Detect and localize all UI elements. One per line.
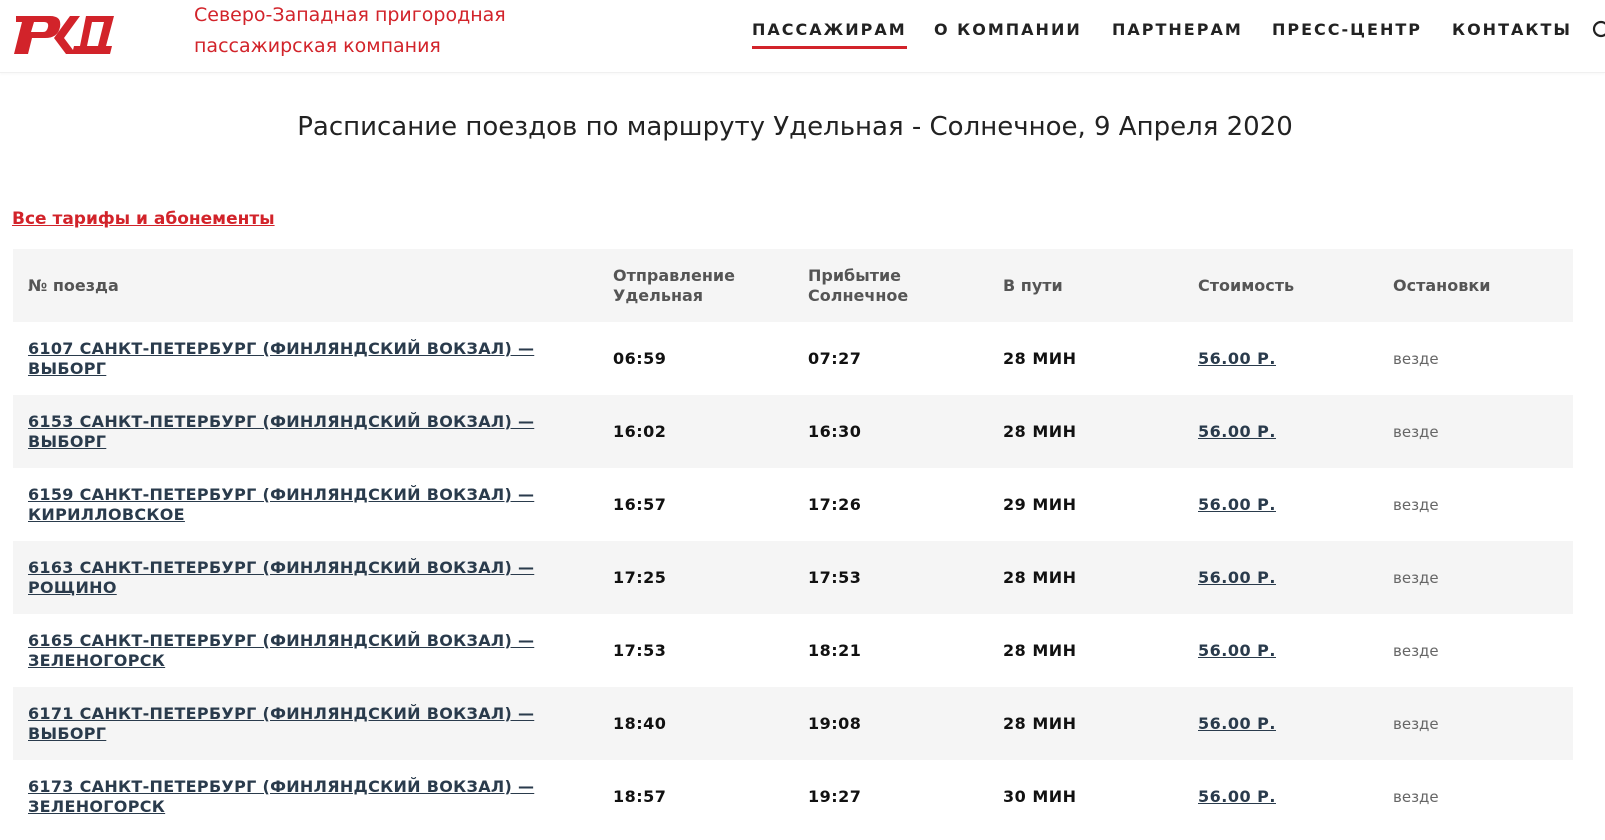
all-tariffs-link[interactable]: Все тарифы и абонементы <box>12 209 275 229</box>
company-name-line1: Северо-Западная пригородная <box>194 4 506 26</box>
nav-item-about-company[interactable]: О КОМПАНИИ <box>934 20 1082 39</box>
nav-item-passengers[interactable]: ПАССАЖИРАМ <box>752 20 907 49</box>
stops-value: везде <box>1393 422 1439 441</box>
table-row: 6163 САНКТ-ПЕТЕРБУРГ (ФИНЛЯНДСКИЙ ВОКЗАЛ… <box>13 541 1573 614</box>
rzd-logo-icon[interactable] <box>10 8 118 60</box>
train-link[interactable]: 6159 САНКТ-ПЕТЕРБУРГ (ФИНЛЯНДСКИЙ ВОКЗАЛ… <box>28 485 568 525</box>
table-header-row: № поезда Отправление Удельная Прибытие Сол… <box>13 249 1573 322</box>
arrival-time: 19:08 <box>808 714 862 733</box>
schedule-table: № поезда Отправление Удельная Прибытие Сол… <box>13 249 1573 833</box>
arrival-time: 07:27 <box>808 349 862 368</box>
table-row: 6107 САНКТ-ПЕТЕРБУРГ (ФИНЛЯНДСКИЙ ВОКЗАЛ… <box>13 322 1573 395</box>
arrival-time: 19:27 <box>808 787 862 806</box>
travel-duration: 28 МИН <box>1003 641 1077 660</box>
departure-time: 16:02 <box>613 422 667 441</box>
nav-item-contacts[interactable]: КОНТАКТЫ <box>1452 20 1572 39</box>
cost-link[interactable]: 56.00 Р. <box>1198 495 1276 514</box>
stops-value: везде <box>1393 787 1439 806</box>
table-row: 6173 САНКТ-ПЕТЕРБУРГ (ФИНЛЯНДСКИЙ ВОКЗАЛ… <box>13 760 1573 833</box>
table-row: 6171 САНКТ-ПЕТЕРБУРГ (ФИНЛЯНДСКИЙ ВОКЗАЛ… <box>13 687 1573 760</box>
stops-value: везде <box>1393 568 1439 587</box>
travel-duration: 29 МИН <box>1003 495 1077 514</box>
page-title: Расписание поездов по маршруту Удельная … <box>297 112 1293 142</box>
travel-duration: 28 МИН <box>1003 349 1077 368</box>
cost-link[interactable]: 56.00 Р. <box>1198 714 1276 733</box>
train-link[interactable]: 6171 САНКТ-ПЕТЕРБУРГ (ФИНЛЯНДСКИЙ ВОКЗАЛ… <box>28 704 568 744</box>
departure-time: 06:59 <box>613 349 667 368</box>
table-row: 6159 САНКТ-ПЕТЕРБУРГ (ФИНЛЯНДСКИЙ ВОКЗАЛ… <box>13 468 1573 541</box>
departure-time: 18:57 <box>613 787 667 806</box>
train-link[interactable]: 6107 САНКТ-ПЕТЕРБУРГ (ФИНЛЯНДСКИЙ ВОКЗАЛ… <box>28 339 568 379</box>
header-arrival: Прибытие Солнечное <box>808 249 988 322</box>
arrival-time: 17:53 <box>808 568 862 587</box>
company-name: Северо-Западная пригородная пассажирская… <box>194 0 506 62</box>
train-link[interactable]: 6173 САНКТ-ПЕТЕРБУРГ (ФИНЛЯНДСКИЙ ВОКЗАЛ… <box>28 777 568 817</box>
company-name-line2: пассажирская компания <box>194 35 441 57</box>
stops-value: везде <box>1393 495 1439 514</box>
cost-link[interactable]: 56.00 Р. <box>1198 568 1276 587</box>
header-departure: Отправление Удельная <box>613 249 793 322</box>
travel-duration: 28 МИН <box>1003 568 1077 587</box>
arrival-time: 18:21 <box>808 641 862 660</box>
train-link[interactable]: 6165 САНКТ-ПЕТЕРБУРГ (ФИНЛЯНДСКИЙ ВОКЗАЛ… <box>28 631 568 671</box>
table-row: 6153 САНКТ-ПЕТЕРБУРГ (ФИНЛЯНДСКИЙ ВОКЗАЛ… <box>13 395 1573 468</box>
header-train-number: № поезда <box>28 275 119 295</box>
arrival-time: 16:30 <box>808 422 862 441</box>
header-cost: Стоимость <box>1198 275 1295 295</box>
departure-time: 17:25 <box>613 568 667 587</box>
header-stops: Остановки <box>1393 275 1491 295</box>
departure-time: 16:57 <box>613 495 667 514</box>
train-link[interactable]: 6163 САНКТ-ПЕТЕРБУРГ (ФИНЛЯНДСКИЙ ВОКЗАЛ… <box>28 558 568 598</box>
table-row: 6165 САНКТ-ПЕТЕРБУРГ (ФИНЛЯНДСКИЙ ВОКЗАЛ… <box>13 614 1573 687</box>
cost-link[interactable]: 56.00 Р. <box>1198 641 1276 660</box>
site-header: Северо-Западная пригородная пассажирская… <box>0 0 1605 73</box>
stops-value: везде <box>1393 349 1439 368</box>
travel-duration: 28 МИН <box>1003 422 1077 441</box>
stops-value: везде <box>1393 714 1439 733</box>
stops-value: везде <box>1393 641 1439 660</box>
search-icon[interactable] <box>1592 20 1605 42</box>
departure-time: 17:53 <box>613 641 667 660</box>
travel-duration: 30 МИН <box>1003 787 1077 806</box>
train-link[interactable]: 6153 САНКТ-ПЕТЕРБУРГ (ФИНЛЯНДСКИЙ ВОКЗАЛ… <box>28 412 568 452</box>
nav-item-partners[interactable]: ПАРТНЕРАМ <box>1112 20 1243 39</box>
header-duration: В пути <box>1003 275 1063 295</box>
cost-link[interactable]: 56.00 Р. <box>1198 422 1276 441</box>
cost-link[interactable]: 56.00 Р. <box>1198 787 1276 806</box>
departure-time: 18:40 <box>613 714 667 733</box>
header-arrival-station: Солнечное <box>808 285 909 305</box>
travel-duration: 28 МИН <box>1003 714 1077 733</box>
arrival-time: 17:26 <box>808 495 862 514</box>
nav-item-press-center[interactable]: ПРЕСС-ЦЕНТР <box>1272 20 1422 39</box>
cost-link[interactable]: 56.00 Р. <box>1198 349 1276 368</box>
header-departure-label: Отправление <box>613 265 735 285</box>
header-departure-station: Удельная <box>613 285 704 305</box>
header-arrival-label: Прибытие <box>808 265 902 285</box>
